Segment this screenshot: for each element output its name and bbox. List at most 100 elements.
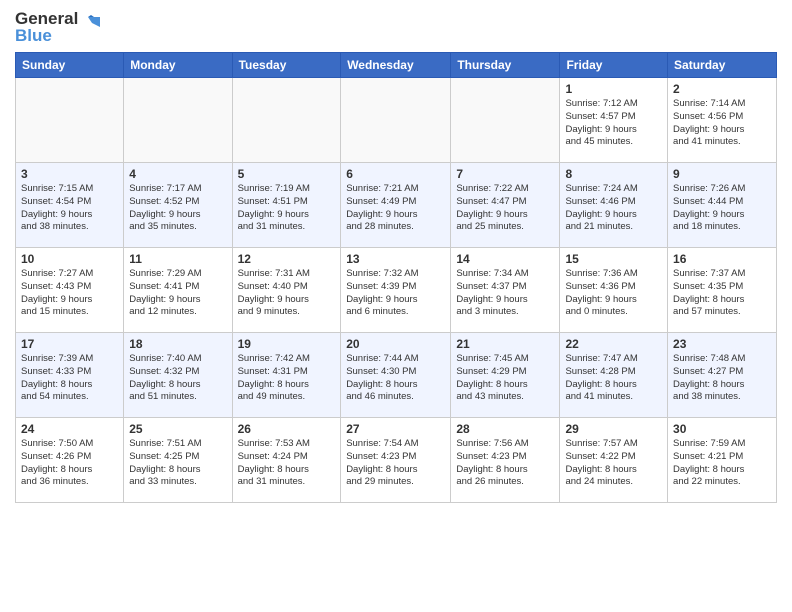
day-number: 4 — [129, 167, 226, 181]
day-number: 7 — [456, 167, 554, 181]
day-number: 1 — [565, 82, 662, 96]
calendar-header-row: SundayMondayTuesdayWednesdayThursdayFrid… — [16, 53, 777, 78]
weekday-header: Thursday — [451, 53, 560, 78]
calendar-cell: 25 Sunrise: 7:51 AM Sunset: 4:25 PM Dayli… — [124, 418, 232, 503]
day-info: Sunrise: 7:32 AM Sunset: 4:39 PM Dayligh… — [346, 268, 445, 319]
day-number: 6 — [346, 167, 445, 181]
day-info: Sunrise: 7:57 AM Sunset: 4:22 PM Dayligh… — [565, 438, 662, 489]
day-info: Sunrise: 7:19 AM Sunset: 4:51 PM Dayligh… — [238, 183, 336, 234]
calendar-cell: 7 Sunrise: 7:22 AM Sunset: 4:47 PM Daylig… — [451, 163, 560, 248]
logo-text-block: General Blue — [15, 10, 78, 44]
calendar-cell: 27Sunrise: 7:54 AM Sunset: 4:23 PM Dayli… — [341, 418, 451, 503]
logo-bird-icon — [80, 13, 104, 37]
day-info: Sunrise: 7:51 AM Sunset: 4:25 PM Dayligh… — [129, 438, 226, 489]
logo-general: General — [15, 10, 78, 27]
weekday-header: Wednesday — [341, 53, 451, 78]
day-info: Sunrise: 7:45 AM Sunset: 4:29 PM Dayligh… — [456, 353, 554, 404]
calendar-cell — [232, 78, 341, 163]
day-number: 11 — [129, 252, 226, 266]
day-number: 26 — [238, 422, 336, 436]
calendar-cell: 3 Sunrise: 7:15 AM Sunset: 4:54 PM Daylig… — [16, 163, 124, 248]
day-info: Sunrise: 7:22 AM Sunset: 4:47 PM Dayligh… — [456, 183, 554, 234]
calendar-cell: 20 Sunrise: 7:44 AM Sunset: 4:30 PM Dayli… — [341, 333, 451, 418]
day-info: Sunrise: 7:53 AM Sunset: 4:24 PM Dayligh… — [238, 438, 336, 489]
calendar-cell — [16, 78, 124, 163]
calendar-cell: 10Sunrise: 7:27 AM Sunset: 4:43 PM Dayli… — [16, 248, 124, 333]
day-info: Sunrise: 7:47 AM Sunset: 4:28 PM Dayligh… — [565, 353, 662, 404]
calendar-cell: 12 Sunrise: 7:31 AM Sunset: 4:40 PM Dayli… — [232, 248, 341, 333]
calendar-cell: 4Sunrise: 7:17 AM Sunset: 4:52 PM Daylig… — [124, 163, 232, 248]
weekday-header: Friday — [560, 53, 668, 78]
day-info: Sunrise: 7:26 AM Sunset: 4:44 PM Dayligh… — [673, 183, 771, 234]
calendar-cell: 17 Sunrise: 7:39 AM Sunset: 4:33 PM Dayli… — [16, 333, 124, 418]
calendar-cell: 29 Sunrise: 7:57 AM Sunset: 4:22 PM Dayli… — [560, 418, 668, 503]
calendar-week-row: 24Sunrise: 7:50 AM Sunset: 4:26 PM Dayli… — [16, 418, 777, 503]
day-info: Sunrise: 7:29 AM Sunset: 4:41 PM Dayligh… — [129, 268, 226, 319]
calendar-cell: 6 Sunrise: 7:21 AM Sunset: 4:49 PM Daylig… — [341, 163, 451, 248]
day-number: 16 — [673, 252, 771, 266]
day-number: 19 — [238, 337, 336, 351]
day-number: 8 — [565, 167, 662, 181]
calendar-cell: 16 Sunrise: 7:37 AM Sunset: 4:35 PM Dayli… — [668, 248, 777, 333]
day-number: 24 — [21, 422, 118, 436]
calendar-cell — [124, 78, 232, 163]
day-info: Sunrise: 7:54 AM Sunset: 4:23 PM Dayligh… — [346, 438, 445, 489]
calendar-cell: 15 Sunrise: 7:36 AM Sunset: 4:36 PM Dayli… — [560, 248, 668, 333]
header: General Blue — [15, 10, 777, 44]
calendar-cell: 21 Sunrise: 7:45 AM Sunset: 4:29 PM Dayli… — [451, 333, 560, 418]
calendar-cell — [341, 78, 451, 163]
day-number: 13 — [346, 252, 445, 266]
day-info: Sunrise: 7:15 AM Sunset: 4:54 PM Dayligh… — [21, 183, 118, 234]
calendar-cell — [451, 78, 560, 163]
day-info: Sunrise: 7:48 AM Sunset: 4:27 PM Dayligh… — [673, 353, 771, 404]
day-number: 21 — [456, 337, 554, 351]
calendar-cell: 13 Sunrise: 7:32 AM Sunset: 4:39 PM Dayli… — [341, 248, 451, 333]
calendar-cell: 5 Sunrise: 7:19 AM Sunset: 4:51 PM Daylig… — [232, 163, 341, 248]
day-number: 9 — [673, 167, 771, 181]
day-number: 20 — [346, 337, 445, 351]
calendar-cell: 11 Sunrise: 7:29 AM Sunset: 4:41 PM Dayli… — [124, 248, 232, 333]
day-number: 15 — [565, 252, 662, 266]
weekday-header: Monday — [124, 53, 232, 78]
calendar-table: SundayMondayTuesdayWednesdayThursdayFrid… — [15, 52, 777, 503]
day-info: Sunrise: 7:39 AM Sunset: 4:33 PM Dayligh… — [21, 353, 118, 404]
calendar-cell: 30Sunrise: 7:59 AM Sunset: 4:21 PM Dayli… — [668, 418, 777, 503]
day-number: 28 — [456, 422, 554, 436]
day-info: Sunrise: 7:31 AM Sunset: 4:40 PM Dayligh… — [238, 268, 336, 319]
day-info: Sunrise: 7:37 AM Sunset: 4:35 PM Dayligh… — [673, 268, 771, 319]
calendar-cell: 24Sunrise: 7:50 AM Sunset: 4:26 PM Dayli… — [16, 418, 124, 503]
page-container: General Blue SundayMondayTuesdayWednesda… — [0, 0, 792, 513]
day-number: 12 — [238, 252, 336, 266]
day-number: 30 — [673, 422, 771, 436]
calendar-cell: 23 Sunrise: 7:48 AM Sunset: 4:27 PM Dayli… — [668, 333, 777, 418]
weekday-header: Saturday — [668, 53, 777, 78]
day-info: Sunrise: 7:21 AM Sunset: 4:49 PM Dayligh… — [346, 183, 445, 234]
day-number: 17 — [21, 337, 118, 351]
day-info: Sunrise: 7:24 AM Sunset: 4:46 PM Dayligh… — [565, 183, 662, 234]
day-info: Sunrise: 7:42 AM Sunset: 4:31 PM Dayligh… — [238, 353, 336, 404]
calendar-week-row: 10Sunrise: 7:27 AM Sunset: 4:43 PM Dayli… — [16, 248, 777, 333]
day-number: 23 — [673, 337, 771, 351]
calendar-week-row: 3 Sunrise: 7:15 AM Sunset: 4:54 PM Daylig… — [16, 163, 777, 248]
calendar-cell: 28Sunrise: 7:56 AM Sunset: 4:23 PM Dayli… — [451, 418, 560, 503]
day-info: Sunrise: 7:40 AM Sunset: 4:32 PM Dayligh… — [129, 353, 226, 404]
day-info: Sunrise: 7:44 AM Sunset: 4:30 PM Dayligh… — [346, 353, 445, 404]
day-info: Sunrise: 7:36 AM Sunset: 4:36 PM Dayligh… — [565, 268, 662, 319]
calendar-cell: 26 Sunrise: 7:53 AM Sunset: 4:24 PM Dayli… — [232, 418, 341, 503]
day-number: 18 — [129, 337, 226, 351]
day-info: Sunrise: 7:34 AM Sunset: 4:37 PM Dayligh… — [456, 268, 554, 319]
calendar-cell: 1Sunrise: 7:12 AM Sunset: 4:57 PM Daylig… — [560, 78, 668, 163]
weekday-header: Sunday — [16, 53, 124, 78]
day-number: 29 — [565, 422, 662, 436]
calendar-week-row: 1Sunrise: 7:12 AM Sunset: 4:57 PM Daylig… — [16, 78, 777, 163]
day-number: 14 — [456, 252, 554, 266]
calendar-cell: 19 Sunrise: 7:42 AM Sunset: 4:31 PM Dayli… — [232, 333, 341, 418]
calendar-cell: 18 Sunrise: 7:40 AM Sunset: 4:32 PM Dayli… — [124, 333, 232, 418]
day-info: Sunrise: 7:14 AM Sunset: 4:56 PM Dayligh… — [673, 98, 771, 149]
calendar-cell: 2 Sunrise: 7:14 AM Sunset: 4:56 PM Daylig… — [668, 78, 777, 163]
day-number: 2 — [673, 82, 771, 96]
day-number: 3 — [21, 167, 118, 181]
day-number: 25 — [129, 422, 226, 436]
day-info: Sunrise: 7:27 AM Sunset: 4:43 PM Dayligh… — [21, 268, 118, 319]
day-number: 5 — [238, 167, 336, 181]
